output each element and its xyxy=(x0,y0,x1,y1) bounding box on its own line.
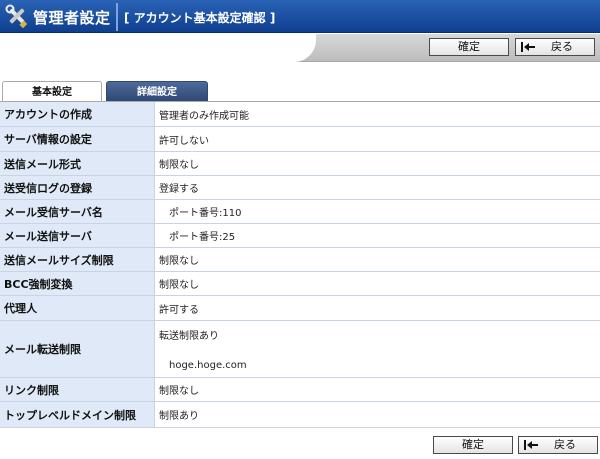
tab-detail-settings[interactable]: 詳細設定 xyxy=(106,81,208,102)
page-subtitle: [ アカウント基本設定確認 ] xyxy=(124,11,276,25)
setting-value: 制限なし xyxy=(155,152,600,175)
settings-row: 代理人 許可する xyxy=(0,296,600,321)
confirm-label: 確定 xyxy=(458,40,480,53)
setting-key: アカウントの作成 xyxy=(0,102,155,126)
setting-value: 制限なし xyxy=(155,248,600,271)
setting-value-text: ポート番号:25 xyxy=(169,232,236,243)
setting-value: 管理者のみ作成可能 xyxy=(155,102,600,126)
tab-basic-settings[interactable]: 基本設定 xyxy=(2,81,102,102)
setting-value: 制限あり xyxy=(155,402,600,427)
settings-row: 送信メール形式 制限なし xyxy=(0,152,600,176)
forward-domain: hoge.hoge.com xyxy=(169,360,247,371)
header-divider xyxy=(116,3,118,31)
setting-value: ポート番号:25 xyxy=(155,224,600,247)
settings-row: 送信メールサイズ制限 制限なし xyxy=(0,248,600,272)
setting-key: サーバ情報の設定 xyxy=(0,127,155,151)
setting-value-text: 転送制限あり xyxy=(159,331,219,342)
setting-value: 制限なし xyxy=(155,272,600,295)
back-button-bottom[interactable]: 戻る xyxy=(518,436,598,454)
back-label: 戻る xyxy=(554,438,576,451)
confirm-button-top[interactable]: 確定 xyxy=(429,38,509,56)
setting-value: 転送制限あり hoge.hoge.com xyxy=(155,321,600,377)
app-header: 管理者設定 [ アカウント基本設定確認 ] xyxy=(0,0,600,33)
settings-row: メール送信サーバ ポート番号:25 xyxy=(0,224,600,248)
settings-row: サーバ情報の設定 許可しない xyxy=(0,127,600,152)
setting-value: 許可しない xyxy=(155,127,600,151)
back-button-top[interactable]: 戻る xyxy=(515,38,595,56)
setting-key: メール転送制限 xyxy=(0,321,155,377)
settings-row: アカウントの作成 管理者のみ作成可能 xyxy=(0,102,600,127)
setting-value: 制限なし xyxy=(155,378,600,401)
setting-key: 送信メールサイズ制限 xyxy=(0,248,155,271)
back-label: 戻る xyxy=(551,40,573,53)
confirm-label: 確定 xyxy=(462,438,484,451)
tools-icon xyxy=(5,4,28,29)
setting-key: 代理人 xyxy=(0,296,155,320)
setting-key: 送信メール形式 xyxy=(0,152,155,175)
settings-row: メール転送制限 転送制限あり hoge.hoge.com xyxy=(0,321,600,378)
setting-key: メール受信サーバ名 xyxy=(0,200,155,223)
setting-key: BCC強制変換 xyxy=(0,272,155,295)
page-title: 管理者設定 xyxy=(33,9,111,27)
settings-row: BCC強制変換 制限なし xyxy=(0,272,600,296)
setting-key: トップレベルドメイン制限 xyxy=(0,402,155,427)
setting-key: 送受信ログの登録 xyxy=(0,176,155,199)
settings-row: 送受信ログの登録 登録する xyxy=(0,176,600,200)
back-arrow-icon xyxy=(524,440,538,450)
settings-row: メール受信サーバ名 ポート番号:110 xyxy=(0,200,600,224)
back-arrow-icon xyxy=(521,42,535,52)
setting-value: 許可する xyxy=(155,296,600,320)
setting-value: 登録する xyxy=(155,176,600,199)
setting-value: ポート番号:110 xyxy=(155,200,600,223)
confirm-button-bottom[interactable]: 確定 xyxy=(433,436,513,454)
settings-row: トップレベルドメイン制限 制限あり xyxy=(0,402,600,428)
setting-value-text: ポート番号:110 xyxy=(169,208,242,219)
setting-key: メール送信サーバ xyxy=(0,224,155,247)
setting-key: リンク制限 xyxy=(0,378,155,401)
settings-row: リンク制限 制限なし xyxy=(0,378,600,402)
